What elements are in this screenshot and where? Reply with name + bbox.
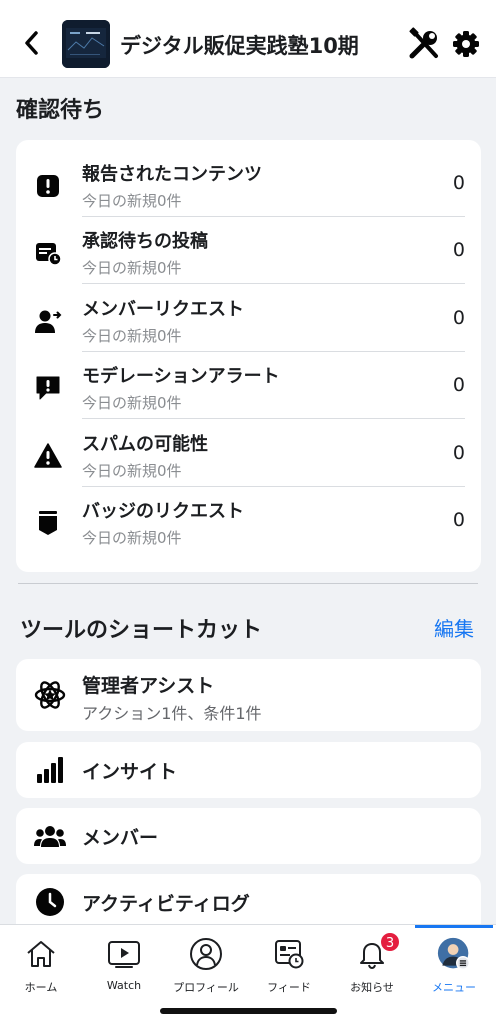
pending-count: 0 [452, 442, 465, 464]
tool-admin-assist[interactable]: 管理者アシスト アクション1件、条件1件 [16, 659, 481, 731]
nav-home[interactable]: ホーム [0, 925, 82, 1005]
pending-card: 報告されたコンテンツ 今日の新規0件 0 承認待ちの投稿 今日の新規0件 0 メ… [16, 140, 481, 572]
tool-label: メンバー [82, 827, 159, 849]
nav-label: フィード [267, 981, 311, 994]
pending-label: モデレーションアラート [82, 366, 280, 387]
pending-row-member-requests[interactable]: メンバーリクエスト 今日の新規0件 0 [16, 285, 481, 352]
watch-icon [107, 937, 141, 971]
exclamation-square-icon [34, 172, 62, 200]
tool-insights[interactable]: インサイト [16, 742, 481, 798]
settings-button[interactable] [452, 30, 480, 58]
member-request-icon [34, 307, 62, 335]
row-divider [82, 418, 465, 419]
avatar-menu-icon [437, 937, 471, 971]
pending-label: スパムの可能性 [82, 434, 208, 455]
nav-feed[interactable]: フィード [248, 925, 330, 1005]
pending-row-pending-posts[interactable]: 承認待ちの投稿 今日の新規0件 0 [16, 217, 481, 284]
active-tab-indicator [415, 925, 493, 928]
badge-icon [34, 509, 62, 537]
home-indicator [160, 1008, 337, 1014]
pending-label: バッジのリクエスト [82, 501, 244, 522]
nav-label: Watch [106, 979, 142, 992]
nav-label: ホーム [24, 981, 58, 994]
edit-shortcuts-link[interactable]: 編集 [434, 613, 474, 642]
group-cover-image [62, 20, 110, 68]
pending-row-reported-content[interactable]: 報告されたコンテンツ 今日の新規0件 0 [16, 150, 481, 217]
pending-row-badge-requests[interactable]: バッジのリクエスト 今日の新規0件 0 [16, 487, 481, 554]
admin-assist-icon [34, 679, 66, 711]
pending-sub: 今日の新規0件 [82, 327, 182, 345]
profile-icon [189, 937, 223, 971]
pending-sub: 今日の新規0件 [82, 394, 182, 412]
nav-label: メニュー [432, 981, 476, 994]
nav-profile[interactable]: プロフィール [165, 925, 247, 1005]
admin-tools-icon [409, 27, 438, 59]
activity-clock-icon [34, 886, 66, 918]
pending-sub: 今日の新規0件 [82, 462, 182, 480]
pending-row-potential-spam[interactable]: スパムの可能性 今日の新規0件 0 [16, 420, 481, 487]
pending-sub: 今日の新規0件 [82, 192, 182, 210]
post-clock-icon [34, 239, 62, 267]
group-cover-thumbnail[interactable] [62, 20, 110, 68]
pending-sub: 今日の新規0件 [82, 259, 182, 277]
group-title[interactable]: デジタル販促実践塾10期 [120, 30, 359, 60]
members-icon [34, 820, 66, 852]
row-divider [82, 283, 465, 284]
admin-tools-button[interactable] [406, 26, 442, 62]
nav-watch[interactable]: Watch [83, 925, 165, 1005]
pending-label: 承認待ちの投稿 [82, 231, 208, 252]
pending-count: 0 [452, 239, 465, 261]
tool-label: インサイト [82, 761, 178, 783]
pending-count: 0 [452, 307, 465, 329]
pending-label: 報告されたコンテンツ [82, 164, 262, 185]
warning-triangle-icon [34, 442, 62, 470]
alert-bubble-icon [34, 374, 62, 402]
insights-bar-icon [34, 754, 66, 786]
chevron-left-icon [25, 31, 38, 55]
home-icon [24, 937, 58, 971]
pending-section-title: 確認待ち [16, 98, 105, 123]
gear-icon [453, 31, 479, 57]
nav-label: プロフィール [173, 981, 239, 994]
notification-badge: 3 [379, 931, 401, 953]
pending-row-moderation-alerts[interactable]: モデレーションアラート 今日の新規0件 0 [16, 352, 481, 419]
nav-menu[interactable]: メニュー [413, 925, 495, 1005]
top-header: デジタル販促実践塾10期 [0, 0, 496, 78]
section-divider [18, 583, 478, 584]
pending-sub: 今日の新規0件 [82, 529, 182, 547]
tool-label: アクティビティログ [82, 893, 250, 915]
tools-section-title: ツールのショートカット [20, 618, 263, 643]
pending-label: メンバーリクエスト [82, 299, 244, 320]
back-button[interactable] [18, 28, 44, 58]
pending-count: 0 [452, 374, 465, 396]
tool-members[interactable]: メンバー [16, 808, 481, 864]
feed-icon [272, 937, 306, 971]
nav-notifications[interactable]: 3 お知らせ [331, 925, 413, 1005]
tool-sub: アクション1件、条件1件 [82, 704, 262, 723]
tool-label: 管理者アシスト [82, 675, 215, 697]
pending-count: 0 [452, 509, 465, 531]
nav-label: お知らせ [350, 981, 394, 994]
pending-count: 0 [452, 172, 465, 194]
